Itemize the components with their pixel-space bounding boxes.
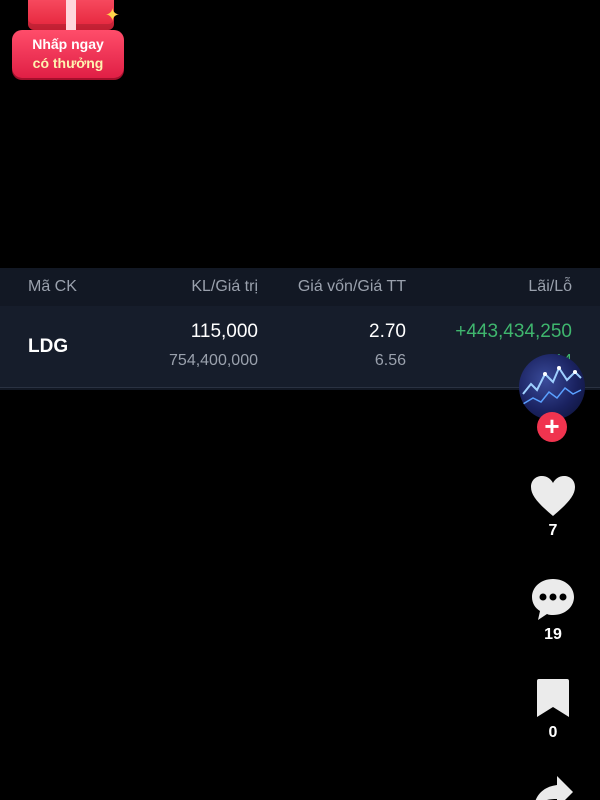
comment-button[interactable]: 19: [522, 576, 584, 644]
heart-icon: [531, 476, 575, 516]
header-cost-market: Giá vốn/Giá TT: [297, 278, 406, 295]
cost-price: 2.70: [369, 321, 406, 342]
like-count: 7: [548, 522, 558, 539]
portfolio-table: Mã CK KL/Giá trị Giá vốn/Giá TT Lãi/Lỗ L…: [0, 268, 600, 390]
share-button[interactable]: [522, 772, 584, 800]
creator-avatar-group[interactable]: +: [519, 354, 587, 442]
save-count: 0: [548, 724, 558, 741]
gift-box-icon: [28, 0, 114, 30]
stock-volume: 115,000: [190, 321, 258, 342]
share-icon: [535, 776, 573, 800]
promo-label: Nhấp ngay có thưởng: [12, 30, 124, 78]
bookmark-icon: [537, 679, 569, 717]
market-price: 6.56: [374, 352, 406, 369]
table-divider: [0, 387, 600, 388]
header-volume-value: KL/Giá trị: [191, 278, 258, 295]
promo-line-2: có thưởng: [32, 55, 104, 71]
plus-icon: +: [544, 411, 560, 441]
table-header: Mã CK KL/Giá trị Giá vốn/Giá TT Lãi/Lỗ: [0, 268, 600, 306]
comment-icon: [532, 579, 574, 620]
sparkle-icon: ✦: [104, 5, 120, 25]
like-button[interactable]: 7: [522, 474, 584, 540]
follow-button[interactable]: +: [537, 412, 567, 442]
save-button[interactable]: 0: [522, 676, 584, 742]
reward-promo-button[interactable]: ✦ ✦ Nhấp ngay có thưởng: [8, 0, 130, 84]
header-profit-loss: Lãi/Lỗ: [528, 278, 572, 295]
stock-value: 754,400,000: [169, 352, 258, 369]
gift-ribbon: [66, 0, 76, 30]
video-screen: ✦ ✦ Nhấp ngay có thưởng Mã CK KL/Giá trị…: [0, 0, 600, 800]
profit-amount: +443,434,250: [455, 321, 572, 342]
stock-symbol: LDG: [28, 336, 69, 357]
comment-count: 19: [544, 626, 562, 643]
table-row: LDG 115,000 754,400,000 2.70 6.56 +443,4…: [0, 306, 600, 388]
promo-line-1: Nhấp ngay: [32, 36, 104, 52]
header-symbol: Mã CK: [28, 278, 77, 295]
